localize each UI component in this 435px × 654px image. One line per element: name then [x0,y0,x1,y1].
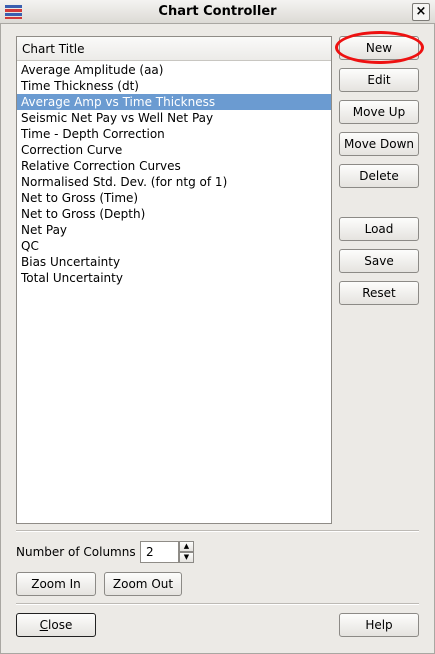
zoom-in-button[interactable]: Zoom In [16,572,96,596]
edit-button[interactable]: Edit [339,68,419,92]
close-button[interactable]: Close [16,613,96,637]
save-button[interactable]: Save [339,249,419,273]
separator [16,530,419,532]
list-item[interactable]: Seismic Net Pay vs Well Net Pay [17,110,331,126]
reset-button[interactable]: Reset [339,281,419,305]
list-column-header[interactable]: Chart Title [17,37,331,61]
list-item[interactable]: Net to Gross (Depth) [17,206,331,222]
window-title: Chart Controller [158,4,277,19]
list-item[interactable]: Correction Curve [17,142,331,158]
list-item[interactable]: Net Pay [17,222,331,238]
list-item[interactable]: Relative Correction Curves [17,158,331,174]
chart-list[interactable]: Chart Title Average Amplitude (aa) Time … [16,36,332,524]
list-item[interactable]: Time Thickness (dt) [17,78,331,94]
spin-up-icon[interactable]: ▲ [179,541,194,552]
spin-down-icon[interactable]: ▼ [179,552,194,563]
list-item[interactable]: QC [17,238,331,254]
new-button[interactable]: New [339,36,419,60]
window-close-icon[interactable]: × [412,3,430,21]
list-item[interactable]: Bias Uncertainty [17,254,331,270]
list-item[interactable]: Total Uncertainty [17,270,331,286]
chart-list-items: Average Amplitude (aa) Time Thickness (d… [17,61,331,286]
list-item-selected[interactable]: Average Amp vs Time Thickness [17,94,331,110]
list-item[interactable]: Net to Gross (Time) [17,190,331,206]
list-item[interactable]: Normalised Std. Dev. (for ntg of 1) [17,174,331,190]
help-button[interactable]: Help [339,613,419,637]
title-bar: Chart Controller × [0,0,435,24]
number-of-columns-label: Number of Columns [16,545,136,559]
close-mnemonic: C [39,618,49,632]
move-down-button[interactable]: Move Down [339,132,419,156]
columns-field[interactable]: 2 [140,541,179,563]
separator [16,603,419,605]
delete-button[interactable]: Delete [339,164,419,188]
close-label-rest: lose [48,618,73,632]
list-item[interactable]: Time - Depth Correction [17,126,331,142]
load-button[interactable]: Load [339,217,419,241]
zoom-out-button[interactable]: Zoom Out [104,572,182,596]
move-up-button[interactable]: Move Up [339,100,419,124]
columns-spinner[interactable]: 2 ▲ ▼ [140,541,194,563]
list-item[interactable]: Average Amplitude (aa) [17,62,331,78]
